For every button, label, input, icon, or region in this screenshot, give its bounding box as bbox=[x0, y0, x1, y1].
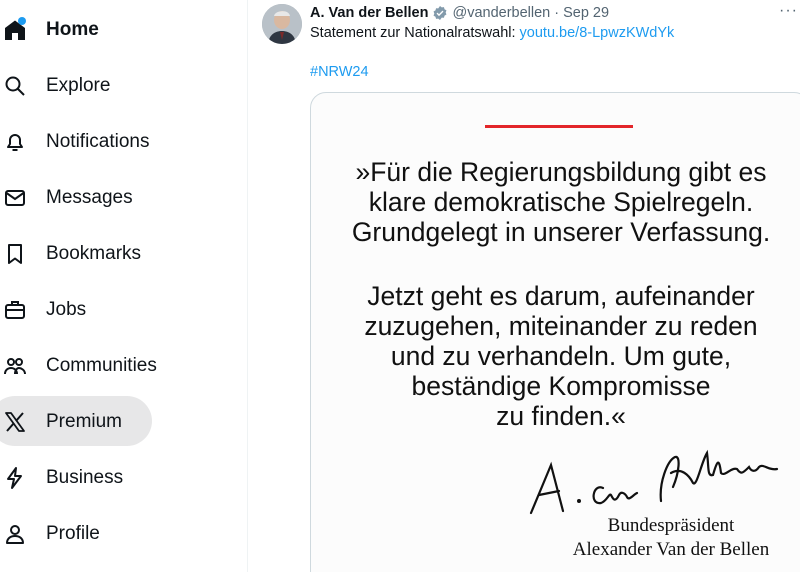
more-options-icon[interactable]: ··· bbox=[779, 2, 798, 20]
nav-home-label: Home bbox=[46, 19, 99, 40]
quote-line: »Für die Regierungsbildung gibt es bbox=[355, 157, 767, 187]
quote-paragraph-2: Jetzt geht es darum, aufeinander zuzugeh… bbox=[311, 281, 800, 431]
separator-dot: · bbox=[554, 5, 560, 21]
communities-icon bbox=[2, 353, 28, 379]
nav-profile-label: Profile bbox=[46, 523, 100, 544]
notification-dot bbox=[18, 17, 26, 25]
tweet-header: A. Van der Bellen @vanderbellen · Sep 29 bbox=[310, 4, 609, 22]
nav-communities-label: Communities bbox=[46, 355, 157, 376]
briefcase-icon bbox=[2, 297, 28, 323]
quote-line: und zu verhandeln. Um gute, bbox=[390, 341, 732, 371]
tweet-text-body: Statement zur Nationalratswahl: bbox=[310, 25, 520, 41]
quote-line: zu finden.« bbox=[496, 401, 626, 431]
quote-line: Grundgelegt in unserer Verfassung. bbox=[351, 217, 771, 247]
verified-badge-icon bbox=[432, 5, 448, 21]
red-rule bbox=[485, 125, 633, 128]
tweet-date[interactable]: Sep 29 bbox=[563, 5, 609, 21]
nav-explore-label: Explore bbox=[46, 75, 111, 96]
signature-name: Alexander Van der Bellen bbox=[572, 539, 770, 560]
nav-premium-label: Premium bbox=[46, 411, 123, 432]
bookmark-icon bbox=[2, 241, 28, 267]
nav-business-label: Business bbox=[46, 467, 124, 488]
handwritten-signature bbox=[529, 449, 779, 515]
quote-line: klare demokratische Spielregeln. bbox=[368, 187, 754, 217]
nav-notifications-label: Notifications bbox=[46, 131, 150, 152]
signature-title: Bundespräsident bbox=[607, 515, 735, 536]
hashtag-link[interactable]: #NRW24 bbox=[310, 64, 369, 80]
quote-line: zuzugehen, miteinander zu reden bbox=[364, 311, 758, 341]
lightning-icon bbox=[2, 465, 28, 491]
tweet-image[interactable]: »Für die Regierungsbildung gibt es klare… bbox=[310, 92, 800, 572]
avatar[interactable] bbox=[262, 4, 302, 44]
sidebar-nav: Home Explore Notifications Messages Book… bbox=[0, 0, 248, 572]
author-handle[interactable]: @vanderbellen bbox=[452, 5, 550, 21]
nav-bookmarks-label: Bookmarks bbox=[46, 243, 142, 264]
quote-line: beständige Kompromisse bbox=[411, 371, 711, 401]
bell-icon bbox=[2, 129, 28, 155]
envelope-icon bbox=[2, 185, 28, 211]
tweet-link[interactable]: youtu.be/8-LpwzKWdYk bbox=[520, 25, 675, 41]
nav-jobs-label: Jobs bbox=[46, 299, 87, 320]
quote-line: Jetzt geht es darum, aufeinander bbox=[367, 281, 755, 311]
nav-messages-label: Messages bbox=[46, 187, 133, 208]
author-name[interactable]: A. Van der Bellen bbox=[310, 5, 428, 21]
tweet-text: Statement zur Nationalratswahl: youtu.be… bbox=[310, 25, 674, 41]
quote-paragraph-1: »Für die Regierungsbildung gibt es klare… bbox=[311, 157, 800, 247]
x-logo-icon bbox=[2, 409, 28, 435]
tweet[interactable]: A. Van der Bellen @vanderbellen · Sep 29… bbox=[248, 0, 800, 572]
search-icon bbox=[2, 73, 28, 99]
person-icon bbox=[2, 521, 28, 547]
